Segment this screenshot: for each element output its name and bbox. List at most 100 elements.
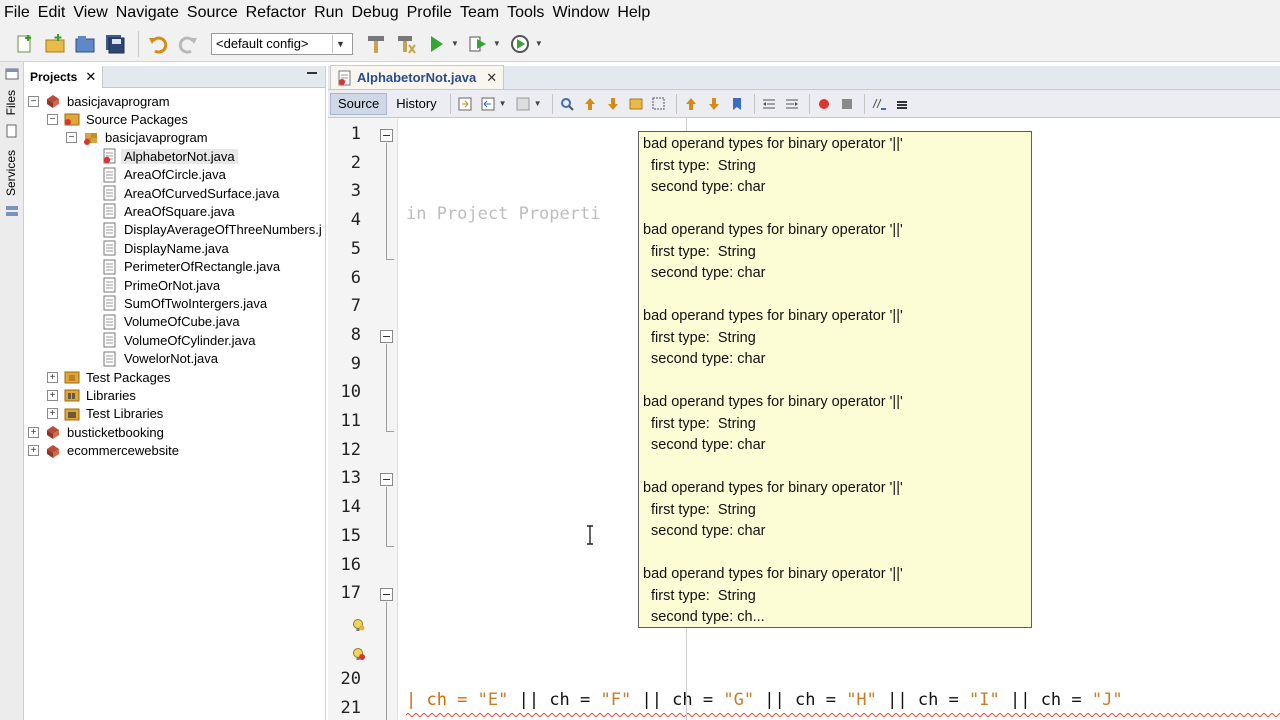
shift-left-icon bbox=[762, 99, 775, 108]
start-macro-button[interactable] bbox=[814, 94, 834, 114]
expand-icon[interactable]: + bbox=[47, 408, 58, 420]
new-file-button[interactable] bbox=[12, 31, 38, 57]
menu-edit[interactable]: Edit bbox=[38, 4, 72, 22]
fold-toggle[interactable] bbox=[380, 473, 393, 487]
config-select[interactable]: <default config> ▼ bbox=[211, 32, 353, 55]
tree-item[interactable]: − Source Packages bbox=[47, 110, 191, 128]
fold-toggle[interactable] bbox=[380, 588, 393, 602]
tree-item[interactable]: DisplayAverageOfThreeNumbers.j bbox=[85, 221, 325, 239]
open-project-button[interactable] bbox=[72, 31, 98, 57]
services-tab[interactable]: Services bbox=[4, 150, 18, 196]
undo-button[interactable] bbox=[145, 31, 171, 57]
last-edit-button[interactable] bbox=[455, 94, 475, 114]
toggle-bookmark-button[interactable] bbox=[727, 94, 747, 114]
menu-profile[interactable]: Profile bbox=[407, 4, 458, 22]
tree-item[interactable]: DisplayName.java bbox=[85, 239, 232, 257]
tree-item[interactable]: VolumeOfCylinder.java bbox=[85, 331, 259, 349]
menu-source[interactable]: Source bbox=[187, 4, 244, 22]
toggle-highlight-button[interactable] bbox=[626, 94, 646, 114]
debug-button[interactable] bbox=[465, 31, 491, 57]
tab-history[interactable]: History bbox=[389, 93, 443, 115]
stop-macro-button[interactable] bbox=[837, 94, 857, 114]
tree-item[interactable]: PerimeterOfRectangle.java bbox=[85, 258, 283, 276]
tree-item[interactable]: VolumeOfCube.java bbox=[85, 313, 243, 331]
forward-button[interactable] bbox=[513, 94, 533, 114]
comment-button[interactable] bbox=[869, 94, 889, 114]
forward-dropdown-icon[interactable]: ▼ bbox=[534, 99, 542, 108]
run-button[interactable] bbox=[423, 31, 449, 57]
main-toolbar: <default config> ▼ ▼ ▼ ▼ bbox=[0, 26, 1280, 62]
uncomment-button[interactable] bbox=[892, 94, 912, 114]
warning-bulb-icon[interactable] bbox=[352, 618, 366, 632]
tree-item[interactable]: AreaOfCircle.java bbox=[85, 166, 229, 184]
find-next-button[interactable] bbox=[603, 94, 623, 114]
new-file-icon bbox=[17, 34, 31, 52]
tree-item[interactable]: SumOfTwoIntergers.java bbox=[85, 294, 270, 312]
tree-item[interactable]: AlphabetorNot.java bbox=[85, 147, 238, 165]
clean-build-button[interactable] bbox=[393, 31, 419, 57]
tree-item[interactable]: − basicjavaprogram bbox=[66, 129, 211, 147]
menu-view[interactable]: View bbox=[73, 4, 113, 22]
code-operator: || ch = bbox=[754, 690, 847, 710]
debug-dropdown-icon[interactable]: ▼ bbox=[493, 39, 501, 48]
collapse-icon[interactable]: − bbox=[47, 113, 58, 125]
expand-icon[interactable]: + bbox=[47, 389, 58, 401]
tree-item[interactable]: + Test Libraries bbox=[47, 405, 166, 423]
collapse-icon[interactable]: − bbox=[66, 132, 77, 144]
previous-bookmark-button[interactable] bbox=[681, 94, 701, 114]
find-selection-button[interactable] bbox=[557, 94, 577, 114]
highlight-icon bbox=[629, 98, 642, 109]
tree-item[interactable]: PrimeOrNot.java bbox=[85, 276, 223, 294]
toggle-rect-select-button[interactable] bbox=[649, 94, 669, 114]
back-button[interactable] bbox=[478, 94, 498, 114]
fold-toggle[interactable] bbox=[380, 329, 393, 343]
shift-right-button[interactable] bbox=[782, 94, 802, 114]
menu-tools[interactable]: Tools bbox=[507, 4, 550, 22]
profile-dropdown-icon[interactable]: ▼ bbox=[535, 39, 543, 48]
tab-projects[interactable]: Projects ✕ bbox=[24, 65, 104, 88]
run-dropdown-icon[interactable]: ▼ bbox=[451, 39, 459, 48]
java-file-icon bbox=[102, 351, 118, 367]
tree-item[interactable]: − basicjavaprogram bbox=[28, 92, 173, 110]
back-dropdown-icon[interactable]: ▼ bbox=[499, 99, 507, 108]
redo-button[interactable] bbox=[175, 31, 201, 57]
fold-toggle[interactable] bbox=[380, 129, 393, 142]
string-literal: "G" bbox=[723, 690, 755, 710]
menu-file[interactable]: File bbox=[4, 4, 36, 22]
tree-item[interactable]: AreaOfSquare.java bbox=[85, 202, 238, 220]
shift-left-button[interactable] bbox=[759, 94, 779, 114]
new-project-button[interactable] bbox=[42, 31, 68, 57]
redo-icon bbox=[178, 36, 197, 54]
tree-item[interactable]: + ecommercewebsite bbox=[28, 442, 182, 460]
expand-icon[interactable]: + bbox=[47, 371, 58, 383]
minimize-icon[interactable] bbox=[307, 72, 317, 74]
project-icon bbox=[45, 443, 61, 459]
save-all-button[interactable] bbox=[102, 31, 128, 57]
close-icon[interactable]: ✕ bbox=[85, 69, 96, 85]
menu-help[interactable]: Help bbox=[617, 4, 656, 22]
tree-item[interactable]: + Test Packages bbox=[47, 368, 174, 386]
menu-team[interactable]: Team bbox=[460, 4, 505, 22]
tree-item[interactable]: VowelorNot.java bbox=[85, 350, 221, 368]
tab-alphabetornot[interactable]: AlphabetorNot.java ✕ bbox=[330, 65, 505, 89]
menu-debug[interactable]: Debug bbox=[351, 4, 404, 22]
files-tab[interactable]: Files bbox=[4, 90, 18, 115]
find-previous-button[interactable] bbox=[580, 94, 600, 114]
tree-item[interactable]: + Libraries bbox=[47, 386, 139, 404]
build-button[interactable] bbox=[363, 31, 389, 57]
expand-icon[interactable]: + bbox=[28, 426, 39, 438]
error-bulb-icon[interactable] bbox=[352, 647, 366, 661]
menu-window[interactable]: Window bbox=[552, 4, 615, 22]
next-bookmark-button[interactable] bbox=[704, 94, 724, 114]
code-line-19[interactable]: | ch = "E" || ch = "F" || ch = "G" || ch… bbox=[406, 690, 1123, 710]
tab-source[interactable]: Source bbox=[330, 92, 388, 115]
menu-refactor[interactable]: Refactor bbox=[246, 4, 312, 22]
menu-run[interactable]: Run bbox=[314, 4, 349, 22]
collapse-icon[interactable]: − bbox=[28, 95, 39, 107]
menu-navigate[interactable]: Navigate bbox=[116, 4, 185, 22]
close-icon[interactable]: ✕ bbox=[486, 70, 497, 86]
profile-button[interactable] bbox=[507, 31, 533, 57]
tree-item[interactable]: + busticketbooking bbox=[28, 423, 167, 441]
tree-item[interactable]: AreaOfCurvedSurface.java bbox=[85, 184, 282, 202]
expand-icon[interactable]: + bbox=[28, 445, 39, 457]
